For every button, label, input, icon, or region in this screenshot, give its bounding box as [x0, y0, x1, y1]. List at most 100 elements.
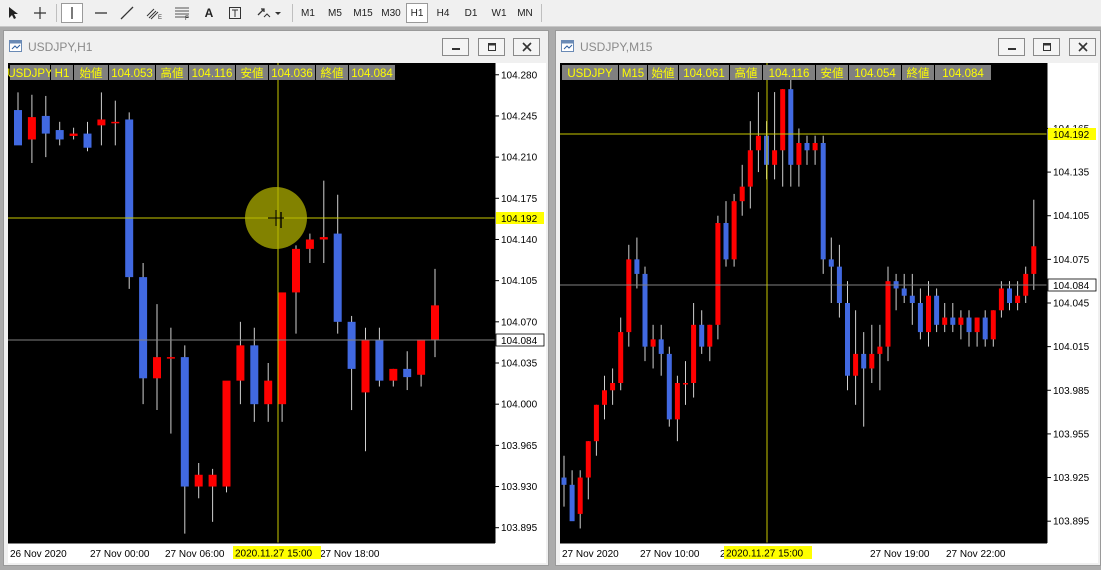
- maximize-button[interactable]: [1033, 38, 1060, 56]
- candle-body: [222, 380, 231, 487]
- candle-body: [626, 259, 632, 333]
- price-chart: 104.165104.135104.105104.075104.045104.0…: [560, 63, 1098, 563]
- cursor-arrow-icon[interactable]: [4, 3, 22, 23]
- chart-area[interactable]: 104.165104.135104.105104.075104.045104.0…: [560, 63, 1098, 563]
- candle-body: [1007, 288, 1012, 303]
- candle-body: [403, 368, 412, 378]
- trendline-icon[interactable]: [116, 3, 138, 23]
- candle-body: [610, 383, 616, 391]
- price-tick-label: 103.895: [1053, 517, 1090, 528]
- window-title: USDJPY,M15: [580, 40, 653, 54]
- vertical-line-icon[interactable]: [61, 3, 83, 23]
- ohlc-value: 104.036: [271, 68, 313, 80]
- timeframe-w1[interactable]: W1: [488, 3, 510, 23]
- chart-window-icon: [561, 40, 574, 52]
- candle-body: [982, 317, 988, 340]
- crosshair-icon[interactable]: [30, 3, 50, 23]
- timeframe-mn[interactable]: MN: [514, 3, 536, 23]
- candle-body: [602, 390, 607, 405]
- candle-body: [194, 474, 203, 487]
- text-label-icon[interactable]: [224, 3, 246, 23]
- candle: [222, 380, 231, 493]
- ohlc-value: 104.116: [192, 68, 233, 80]
- chart-window-usdjpy-h1[interactable]: USDJPY,H1 104.280 104.245 104.210 104.175 10…: [3, 30, 549, 566]
- timeframe-m5[interactable]: M5: [324, 3, 346, 23]
- timeframe-d1[interactable]: D1: [460, 3, 482, 23]
- price-tick-label: 104.000: [501, 400, 538, 411]
- chart-window-usdjpy-m15[interactable]: USDJPY,M15 104.165104.135104.105104.0751…: [555, 30, 1101, 566]
- timeframe-m15[interactable]: M15: [350, 3, 376, 23]
- ohlc-value: 高値: [161, 66, 184, 80]
- candle-body: [83, 133, 92, 148]
- candle-body: [934, 295, 940, 325]
- ohlc-value: H1: [55, 68, 70, 80]
- candle-body: [926, 295, 931, 333]
- candle-body: [942, 317, 948, 325]
- candle-body: [974, 317, 980, 333]
- crosshair-price-label: 104.192: [501, 214, 538, 225]
- candle-body: [715, 223, 721, 325]
- maximize-button[interactable]: [478, 38, 505, 56]
- candle-body: [998, 288, 1004, 311]
- time-tick-label: 26 Nov 2020: [10, 549, 67, 560]
- minimize-button[interactable]: [442, 38, 469, 56]
- timeframe-m30[interactable]: M30: [378, 3, 404, 23]
- ohlc-value: USDJPY: [567, 68, 613, 80]
- candle-body: [208, 474, 217, 487]
- window-titlebar[interactable]: USDJPY,M15: [556, 31, 1100, 61]
- candle-body: [966, 317, 972, 333]
- candle-body: [723, 223, 729, 260]
- candle-body: [917, 303, 923, 333]
- price-tick-label: 103.965: [501, 441, 538, 452]
- close-button[interactable]: [513, 38, 540, 56]
- ohlc-value: 安値: [241, 66, 264, 80]
- time-tick-label: 27 Nov 2020: [562, 549, 619, 560]
- ohlc-value: M15: [622, 68, 644, 80]
- ohlc-value: 104.061: [683, 68, 725, 80]
- candle-body: [347, 321, 356, 369]
- price-tick-label: 104.140: [501, 235, 538, 246]
- candle-body: [909, 295, 915, 303]
- candle-body: [41, 115, 50, 134]
- fibonacci-icon[interactable]: F: [170, 3, 194, 23]
- candle: [731, 193, 737, 267]
- candle-body: [97, 119, 106, 126]
- channel-icon[interactable]: E: [142, 3, 166, 23]
- crosshair-price-label: 104.192: [1053, 130, 1090, 141]
- price-tick-label: 103.895: [501, 523, 538, 534]
- timeframe-m1[interactable]: M1: [298, 3, 318, 23]
- price-tick-label: 104.105: [1053, 211, 1090, 222]
- time-tick-label: 27 Nov 10:00: [640, 549, 700, 560]
- horizontal-line-icon[interactable]: [90, 3, 112, 23]
- ohlc-value: 終値: [907, 66, 930, 80]
- price-tick-label: 104.280: [501, 70, 538, 81]
- candle-body: [877, 346, 883, 354]
- chart-area[interactable]: 104.280 104.245 104.210 104.175 104.140 104.1…: [8, 63, 546, 563]
- minimize-icon: [451, 48, 460, 50]
- arrows-dropdown-icon[interactable]: [252, 3, 284, 23]
- candle-body: [577, 477, 583, 514]
- candle-body: [417, 339, 426, 375]
- candle-body: [699, 324, 705, 347]
- candle-body: [561, 477, 567, 485]
- price-tick-label: 104.035: [501, 359, 538, 370]
- candle-body: [796, 143, 802, 165]
- price-tick-label: 104.045: [1053, 299, 1090, 310]
- window-titlebar[interactable]: USDJPY,H1: [4, 31, 548, 61]
- candle-body: [634, 259, 640, 274]
- timeframe-h4[interactable]: H4: [432, 3, 454, 23]
- maximize-icon: [487, 43, 496, 51]
- minimize-button[interactable]: [998, 38, 1025, 56]
- ohlc-value: 始値: [80, 66, 103, 80]
- ohlc-value: 終値: [321, 66, 344, 80]
- price-tick-label: 103.930: [501, 482, 538, 493]
- candle-body: [361, 339, 370, 393]
- candle-body: [180, 357, 189, 487]
- close-button[interactable]: [1069, 38, 1096, 56]
- ohlc-value: USDJPY: [8, 68, 53, 80]
- candle-body: [691, 324, 697, 383]
- timeframe-h1[interactable]: H1: [406, 3, 428, 23]
- candle-body: [958, 317, 964, 325]
- ohlc-value: 104.054: [854, 68, 896, 80]
- text-tool-button[interactable]: A: [198, 3, 220, 23]
